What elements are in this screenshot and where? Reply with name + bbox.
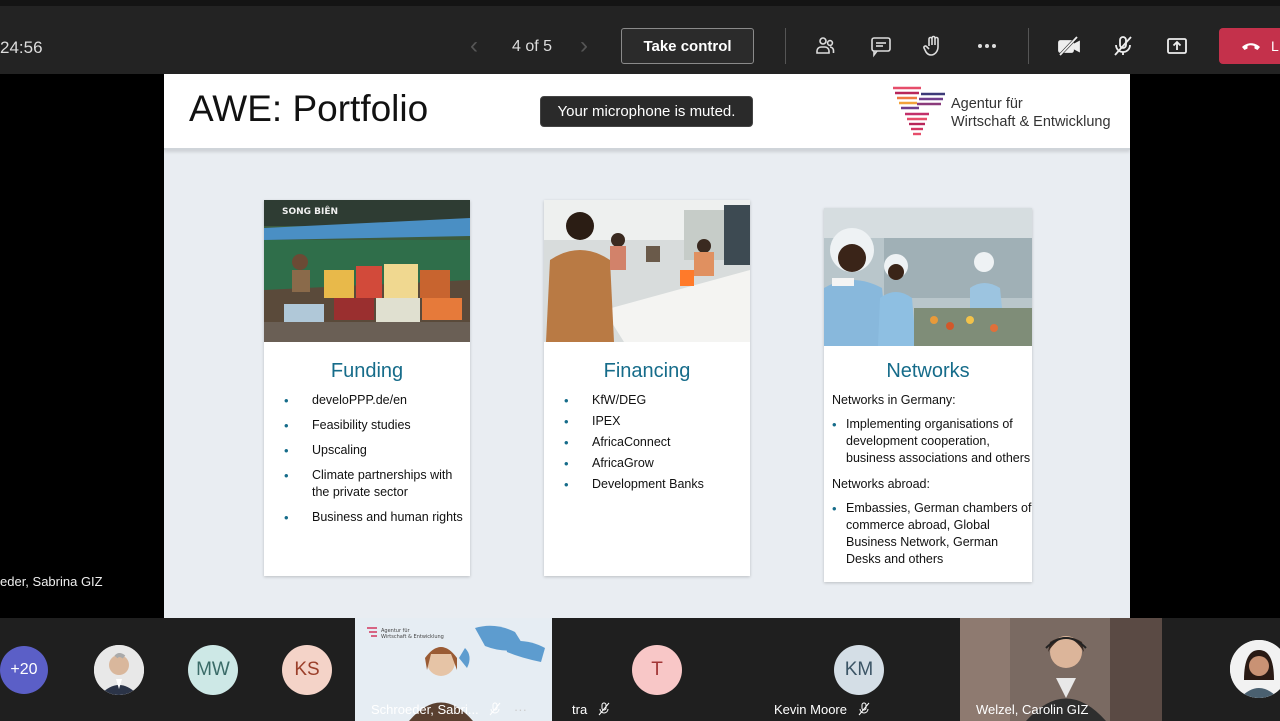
networks-germany-list: Implementing organisations of developmen…	[832, 416, 1032, 475]
financing-list: KfW/DEG IPEX AfricaConnect AfricaGrow De…	[562, 392, 744, 497]
logo-text-line1: Agentur für	[951, 96, 1023, 112]
phone-hangup-icon	[1242, 43, 1260, 50]
boat-sign-text: SONG BIÊN	[282, 205, 338, 217]
take-control-button[interactable]: Take control	[621, 28, 754, 64]
funding-image: SONG BIÊN	[264, 200, 470, 342]
page-indicator: 4 of 5	[512, 38, 553, 55]
raise-hand-icon[interactable]	[919, 32, 947, 60]
list-item: Feasibility studies	[282, 417, 464, 434]
networks-abroad-heading: Networks abroad:	[832, 477, 930, 491]
participant-name: Kevin Moore	[774, 702, 871, 717]
participant-name-text: Kevin Moore	[774, 702, 847, 717]
participant-avatar-ks[interactable]: KS	[282, 645, 332, 695]
participant-tile-tra: tra	[560, 618, 750, 721]
list-item: AfricaConnect	[562, 434, 744, 451]
participant-name: Welzel, Carolin GIZ	[976, 702, 1089, 717]
list-item: Development Banks	[562, 476, 744, 493]
list-item: AfricaGrow	[562, 455, 744, 472]
logo-text-line2: Wirtschaft & Entwicklung	[951, 114, 1111, 130]
leave-button[interactable]: L	[1219, 28, 1280, 64]
meeting-toolbar: 24:56 ‹ 4 of 5 › Take control L	[0, 0, 1280, 74]
participant-tile-welzel[interactable]: Welzel, Carolin GIZ	[960, 618, 1162, 721]
chevron-left-icon[interactable]: ‹	[470, 34, 478, 58]
list-item: Climate partnerships with the private se…	[282, 467, 464, 501]
participant-avatar-photo[interactable]	[94, 645, 144, 695]
toolbar-divider	[1028, 28, 1029, 64]
networks-image	[824, 208, 1032, 346]
participant-name-text: tra	[572, 702, 588, 717]
participant-tile-kevin: Kevin Moore	[762, 618, 957, 721]
presenter-name: eder, Sabrina GIZ	[0, 574, 103, 589]
chat-icon[interactable]	[867, 32, 895, 60]
participant-name-text: Schroeder, Sabri...	[371, 702, 479, 717]
mic-off-icon[interactable]	[1109, 32, 1137, 60]
list-item: Upscaling	[282, 442, 464, 459]
list-item: Embassies, German chambers of commerce a…	[832, 500, 1032, 568]
funding-list: develoPPP.de/en Feasibility studies Upsc…	[282, 392, 464, 534]
overflow-participants-button[interactable]: +20	[0, 646, 48, 694]
slide-title: AWE: Portfolio	[189, 88, 429, 129]
mic-muted-toast: Your microphone is muted.	[540, 96, 753, 127]
more-icon[interactable]	[973, 32, 1001, 60]
more-icon[interactable]: ···	[514, 702, 527, 717]
list-item: develoPPP.de/en	[282, 392, 464, 409]
mic-off-icon	[489, 702, 501, 716]
mic-off-icon	[598, 702, 610, 716]
networks-abroad-list: Embassies, German chambers of commerce a…	[832, 500, 1032, 576]
tile-logo-line2: Wirtschaft & Entwicklung	[381, 634, 444, 640]
funding-card: SONG BIÊN Funding develoPPP.de/en Feasib…	[264, 200, 470, 576]
mic-off-icon	[858, 702, 869, 716]
participant-tile-schroeder[interactable]: Agentur für Wirtschaft & Entwicklung Sch…	[355, 618, 552, 721]
awe-logo	[893, 86, 945, 136]
leave-label: L	[1271, 38, 1279, 54]
participant-name: Schroeder, Sabri... ···	[371, 702, 527, 717]
logo-text: Agentur für Wirtschaft & Entwicklung	[951, 95, 1111, 131]
list-item: KfW/DEG	[562, 392, 744, 409]
card-title-financing: Financing	[603, 360, 691, 382]
participant-avatar-mw[interactable]: MW	[188, 645, 238, 695]
financing-image	[544, 200, 750, 342]
meeting-timer: 24:56	[0, 38, 43, 57]
chevron-right-icon[interactable]: ›	[580, 34, 588, 58]
list-item: IPEX	[562, 413, 744, 430]
people-icon[interactable]	[811, 32, 839, 60]
card-title-networks: Networks	[886, 360, 970, 382]
list-item: Business and human rights	[282, 509, 464, 526]
participant-name: tra	[572, 702, 611, 717]
card-title-funding: Funding	[330, 360, 404, 382]
presentation-slide: AWE: Portfolio Agentur für Wirtschaft & …	[164, 74, 1130, 618]
toolbar-divider	[785, 28, 786, 64]
camera-off-icon[interactable]	[1055, 32, 1083, 60]
participant-avatar-photo[interactable]	[1230, 640, 1280, 698]
share-icon[interactable]	[1163, 32, 1191, 60]
financing-card: Financing KfW/DEG IPEX AfricaConnect Afr…	[544, 200, 750, 576]
networks-germany-heading: Networks in Germany:	[832, 393, 956, 407]
list-item: Implementing organisations of developmen…	[832, 416, 1032, 467]
networks-card: Networks Networks in Germany: Implementi…	[824, 208, 1032, 582]
